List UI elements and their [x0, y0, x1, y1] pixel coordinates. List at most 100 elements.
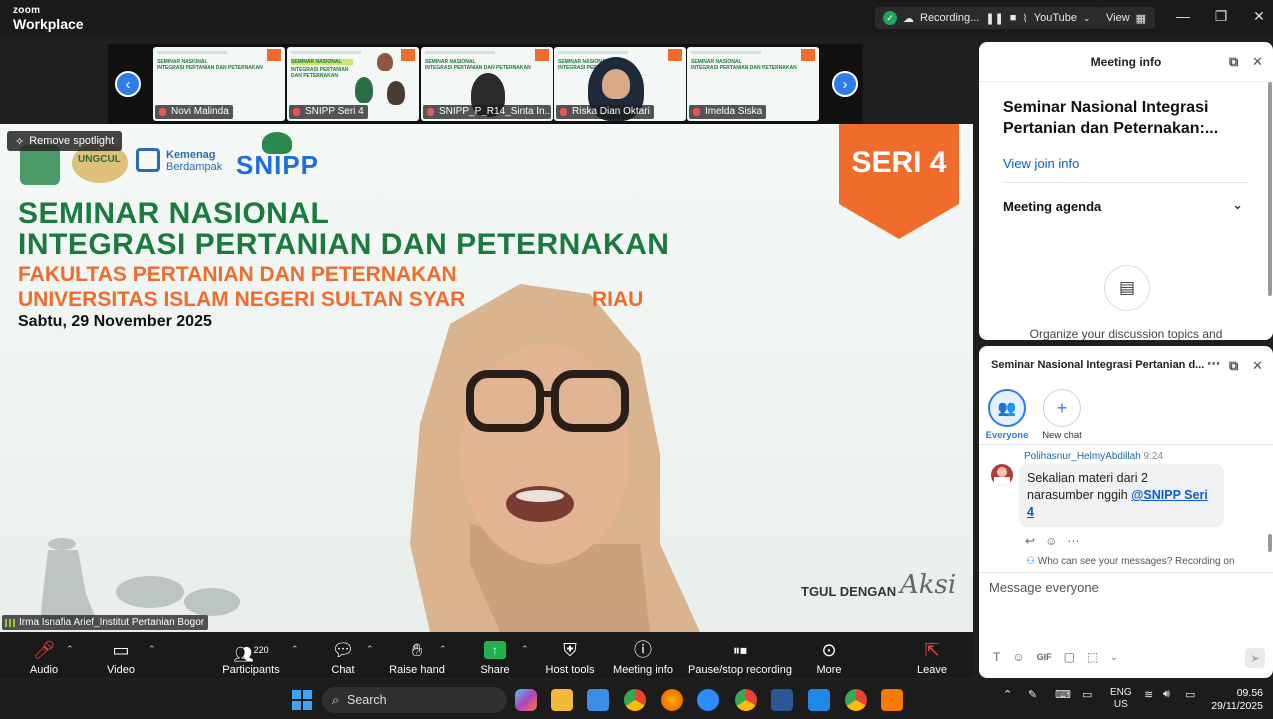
message-input[interactable]: Message everyone: [989, 580, 1099, 595]
scrollbar[interactable]: [1268, 82, 1272, 296]
host-tools-button[interactable]: ⛨ Host tools: [544, 632, 596, 678]
pause-recording-icon[interactable]: ❚❚: [985, 12, 1003, 25]
remove-spotlight-button[interactable]: ✧ Remove spotlight: [7, 131, 123, 151]
view-join-info-link[interactable]: View join info: [1003, 156, 1079, 171]
audio-button[interactable]: 🎤︎ Audio: [26, 632, 62, 678]
new-chat-button[interactable]: +: [1043, 389, 1081, 427]
app-icon[interactable]: [881, 689, 903, 711]
participant-thumbnail[interactable]: SEMINAR NASIONAL INTEGRASI PERTANIAN Risk…: [554, 47, 686, 121]
raise-hand-options-icon[interactable]: ⌃: [439, 644, 447, 655]
participant-name: SNIPP_P_R14_Sinta In...: [423, 105, 551, 119]
pause-stop-recording-button[interactable]: ⏸⏹ Pause/stop recording: [688, 632, 792, 678]
chrome-icon[interactable]: [624, 689, 646, 711]
chat-message[interactable]: Sekalian materi dari 2 narasumber nggih …: [1019, 464, 1224, 527]
raise-hand-label: Raise hand: [389, 664, 445, 676]
participants-button[interactable]: 👥︎220 Participants: [222, 632, 280, 678]
emoji-icon[interactable]: ☺: [1012, 650, 1024, 664]
video-options-icon[interactable]: ⌃: [148, 644, 156, 655]
more-icon[interactable]: ⋯: [1067, 534, 1079, 548]
participant-thumbnail[interactable]: SEMINAR NASIONAL INTEGRASI PERTANIAN DAN …: [421, 47, 553, 121]
audio-options-icon[interactable]: ⌃: [66, 644, 74, 655]
youtube-label[interactable]: YouTube: [1034, 12, 1077, 24]
chrome-profile-icon[interactable]: [735, 689, 757, 711]
slide-subtitle-line1: FAKULTAS PERTANIAN DAN PETERNAKAN: [18, 263, 457, 286]
who-can-see-row[interactable]: ⚇ Who can see your messages? Recording o…: [1026, 556, 1235, 567]
participants-label: Participants: [222, 664, 280, 676]
shield-icon[interactable]: ✓: [883, 11, 897, 25]
language-indicator[interactable]: ENG US: [1110, 687, 1132, 711]
windows-start-icon[interactable]: [292, 690, 312, 710]
close-icon[interactable]: ✕: [1252, 358, 1263, 374]
close-icon[interactable]: ✕: [1252, 54, 1263, 70]
display-icon[interactable]: ▭: [1082, 688, 1092, 701]
participants-options-icon[interactable]: ⌃: [291, 644, 299, 655]
chevron-down-icon[interactable]: ⌄: [1110, 652, 1118, 663]
leave-button[interactable]: ⇱ Leave: [914, 632, 950, 678]
file-icon[interactable]: ▢: [1064, 650, 1075, 664]
more-label: More: [816, 664, 842, 676]
battery-icon[interactable]: ▭: [1185, 688, 1195, 701]
zoom-app-icon[interactable]: [697, 689, 719, 711]
next-page-button[interactable]: ›: [832, 71, 858, 97]
everyone-chat-button[interactable]: 👥: [988, 389, 1026, 427]
seri-label: SERI 4: [851, 146, 947, 179]
raise-hand-button[interactable]: ✋︎ Raise hand: [389, 632, 445, 678]
pause-recording-label: Pause/stop recording: [688, 664, 792, 676]
slide-title-line2: INTEGRASI PERTANIAN DAN PETERNAKAN: [18, 228, 670, 261]
meeting-title: Seminar Nasional Integrasi Pertanian dan…: [1003, 99, 1219, 137]
system-clock[interactable]: 09.56 29/11/2025: [1211, 687, 1263, 713]
group-icon: 👥: [997, 400, 1017, 417]
clock-date: 29/11/2025: [1211, 700, 1263, 712]
prev-page-button[interactable]: ‹: [115, 71, 141, 97]
popout-icon[interactable]: ⧉: [1229, 358, 1238, 374]
tray-overflow-icon[interactable]: ⌃: [1003, 688, 1012, 701]
more-options-icon[interactable]: ⋯: [1207, 356, 1220, 372]
text-format-icon[interactable]: T: [993, 650, 1000, 664]
volume-icon[interactable]: 🔊︎: [1163, 688, 1170, 701]
firefox-icon[interactable]: [661, 689, 683, 711]
emoji-react-icon[interactable]: ☺: [1045, 534, 1057, 548]
copilot-icon[interactable]: [515, 689, 537, 711]
participant-thumbnail[interactable]: SEMINAR NASIONAL INTEGRASI PERTANIAN DAN …: [153, 47, 285, 121]
share-options-icon[interactable]: ⌃: [521, 644, 529, 655]
participant-name: Imelda Siska: [689, 105, 767, 119]
windows-taskbar: ⌕ Search ⌃ ✎ ⌨ ▭ ENG US ≋ 🔊︎ ▭ 09.56 29/…: [0, 680, 1273, 719]
minimize-icon[interactable]: —: [1173, 8, 1193, 24]
participant-thumbnail[interactable]: SEMINAR NASIONAL INTEGRASI PERTANIAN DAN …: [687, 47, 819, 121]
keyboard-icon[interactable]: ⌨: [1055, 688, 1071, 701]
chevron-down-icon: ⌄: [1232, 197, 1243, 212]
taskbar-search[interactable]: ⌕ Search: [322, 687, 507, 713]
recording-label: Recording...: [920, 12, 980, 24]
word-icon[interactable]: [771, 689, 793, 711]
share-button[interactable]: ↑ Share: [479, 632, 511, 678]
stop-recording-icon[interactable]: ■: [1010, 12, 1017, 24]
popout-icon[interactable]: ⧉: [1229, 54, 1238, 70]
gif-icon[interactable]: GIF: [1037, 652, 1052, 662]
divider: [979, 572, 1273, 573]
video-button[interactable]: ▭ Video: [103, 632, 139, 678]
screenshot-icon[interactable]: ⬚: [1087, 650, 1098, 664]
chrome-second-icon[interactable]: [845, 689, 867, 711]
file-explorer-icon[interactable]: [551, 689, 573, 711]
grid-icon: ▦: [1135, 12, 1147, 25]
photos-icon[interactable]: [587, 689, 609, 711]
who-can-see-text: Who can see your messages? Recording on: [1037, 556, 1235, 567]
close-window-icon[interactable]: ✕: [1249, 8, 1269, 25]
chat-options-icon[interactable]: ⌃: [366, 644, 374, 655]
more-button[interactable]: ⊙ More: [812, 632, 846, 678]
meeting-agenda-toggle[interactable]: Meeting agenda ⌄: [1003, 197, 1247, 214]
pen-icon[interactable]: ✎: [1028, 688, 1037, 701]
livestream-icon: ⌇: [1022, 12, 1028, 25]
paint-icon[interactable]: [808, 689, 830, 711]
meeting-info-button[interactable]: ⓘ Meeting info: [612, 632, 674, 678]
plus-icon: +: [1056, 397, 1068, 418]
reply-icon[interactable]: ↩: [1025, 534, 1035, 548]
chevron-down-icon[interactable]: ⌄: [1083, 13, 1091, 24]
participant-thumbnail[interactable]: SEMINAR NASIONAL INTEGRASI PERTANIAN DAN …: [287, 47, 419, 121]
scrollbar[interactable]: [1268, 534, 1272, 552]
wifi-icon[interactable]: ≋: [1144, 688, 1153, 701]
chat-button[interactable]: 💬︎ Chat: [327, 632, 359, 678]
send-button[interactable]: ➤: [1245, 648, 1265, 668]
restore-icon[interactable]: ❐: [1211, 8, 1231, 25]
view-button[interactable]: View ▦: [1097, 7, 1156, 29]
